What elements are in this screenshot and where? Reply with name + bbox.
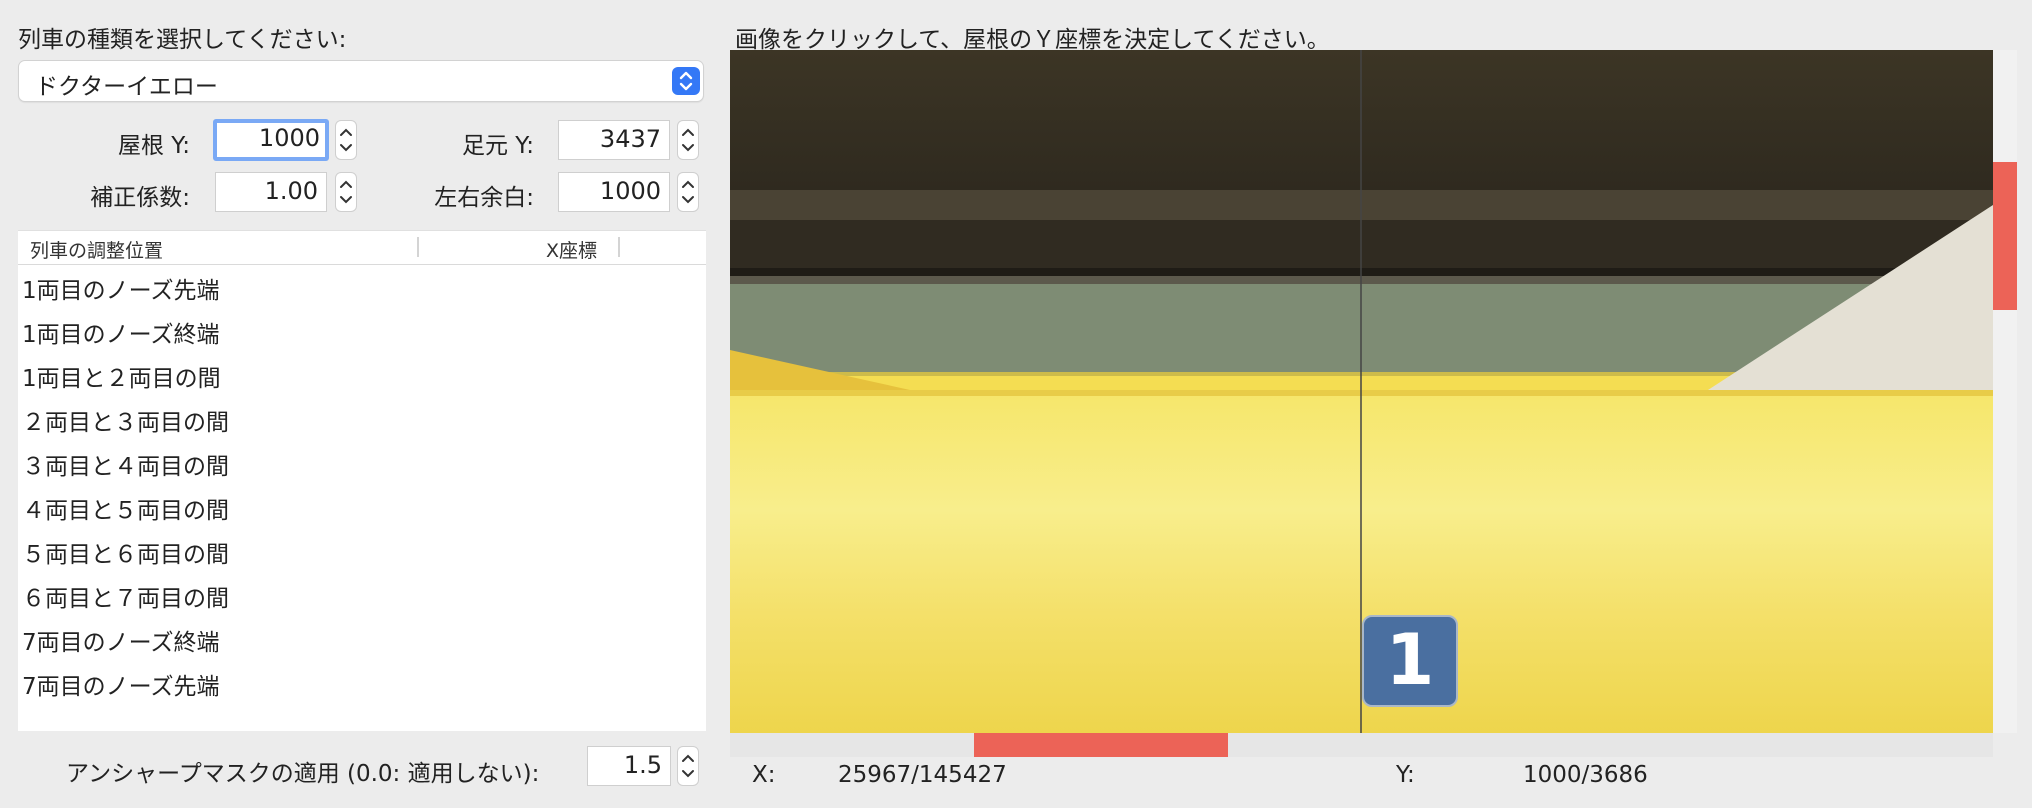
roof-y-stepper[interactable] [335,120,357,160]
table-row[interactable]: ３両目と４両目の間 [22,447,229,481]
stepper-up-icon [340,128,352,136]
foot-y-input[interactable]: 3437 [558,120,670,160]
table-row[interactable]: ４両目と５両目の間 [22,491,229,525]
stepper-up-icon [682,128,694,136]
unsharp-mask-input[interactable]: 1.5 [587,746,671,786]
train-type-select[interactable]: ドクターイエロー [18,60,704,102]
table-row[interactable]: 1両目と２両目の間 [22,359,221,393]
margin-input[interactable]: 1000 [558,172,670,212]
foot-y-stepper[interactable] [677,120,699,160]
stepper-up-icon [682,180,694,188]
stepper-up-icon [682,754,694,762]
vertical-scrollbar[interactable] [1993,50,2017,733]
margin-label: 左右余白: [434,185,534,211]
roof-y-input[interactable]: 1000 [213,119,329,161]
stepper-down-icon [682,770,694,778]
margin-stepper[interactable] [677,172,699,212]
roof-y-label: 屋根 Y: [117,133,190,159]
column-divider[interactable] [618,237,620,257]
correction-input[interactable]: 1.00 [215,172,327,212]
horizontal-scrollbar[interactable] [730,733,1993,757]
stepper-down-icon [682,144,694,152]
table-header: 列車の調整位置 X座標 [18,231,706,265]
stepper-down-icon [340,196,352,204]
stepper-down-icon [340,144,352,152]
table-row[interactable]: ２両目と３両目の間 [22,403,229,437]
vertical-scrollbar-thumb[interactable] [1993,162,2017,310]
status-y-label: Y: [1396,762,1415,788]
correction-label: 補正係数: [90,185,190,211]
column-header-position[interactable]: 列車の調整位置 [30,236,163,263]
instruction-text: 画像をクリックして、屋根のＹ座標を決定してください。 [735,27,1330,53]
table-row[interactable]: 7両目のノーズ先端 [22,667,219,701]
stepper-up-icon [340,180,352,188]
car-number: 1 [1385,619,1435,701]
train-select-prompt: 列車の種類を選択してください: [18,27,347,53]
adjust-position-table[interactable]: 列車の調整位置 X座標 1両目のノーズ先端 1両目のノーズ終端 1両目と２両目の… [18,230,706,731]
column-divider[interactable] [417,237,419,257]
correction-stepper[interactable] [335,172,357,212]
table-row[interactable]: ６両目と７両目の間 [22,579,229,613]
table-row[interactable]: 7両目のノーズ終端 [22,623,219,657]
status-x-value: 25967/145427 [838,762,1007,788]
status-x-label: X: [752,762,776,788]
table-row[interactable]: 1両目のノーズ先端 [22,271,219,305]
car-number-badge: 1 [1362,615,1458,707]
table-row[interactable]: ５両目と６両目の間 [22,535,229,569]
table-row[interactable]: 1両目のノーズ終端 [22,315,219,349]
train-image-canvas[interactable]: 1 [730,50,1993,733]
status-y-value: 1000/3686 [1523,762,1648,788]
foot-y-label: 足元 Y: [461,133,534,159]
unsharp-mask-label: アンシャープマスクの適用 (0.0: 適用しない): [66,761,540,787]
column-header-x[interactable]: X座標 [546,236,597,263]
train-type-selected: ドクターイエロー [35,74,218,100]
unsharp-mask-stepper[interactable] [677,746,699,786]
horizontal-scrollbar-thumb[interactable] [974,733,1228,757]
select-chevron-icon[interactable] [672,67,700,95]
stepper-down-icon [682,196,694,204]
